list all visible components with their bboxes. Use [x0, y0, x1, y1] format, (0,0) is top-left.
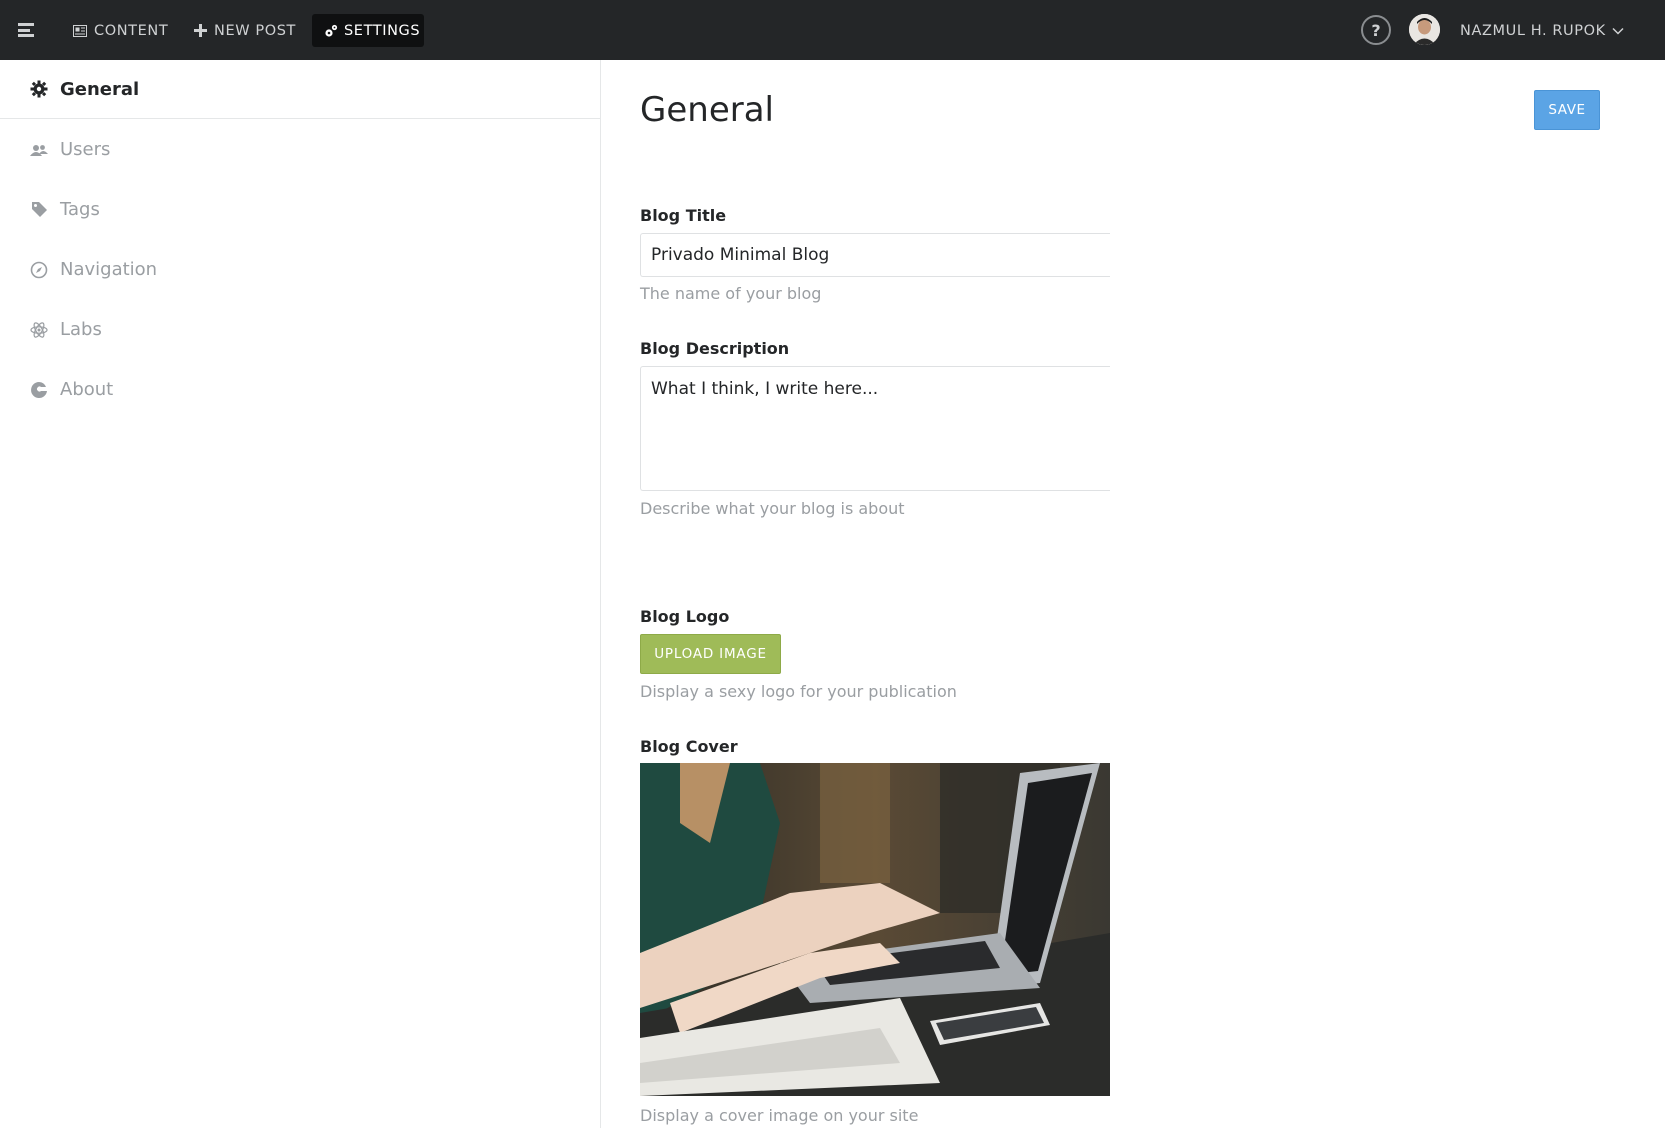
sidebar-item-labs[interactable]: Labs — [0, 300, 600, 359]
blog-cover-image[interactable] — [640, 763, 1110, 1096]
gear-icon — [28, 78, 50, 100]
page-title: General — [640, 90, 774, 130]
blog-description-textarea[interactable]: What I think, I write here... — [640, 366, 1110, 491]
sidebar-item-about[interactable]: About — [0, 360, 600, 419]
compass-icon — [28, 259, 50, 281]
nav-new-post-label: NEW POST — [214, 22, 296, 39]
blog-cover-help: Display a cover image on your site — [640, 1106, 919, 1125]
blog-title-label: Blog Title — [640, 206, 727, 225]
atom-icon — [28, 319, 50, 341]
sidebar-item-label: Navigation — [60, 259, 158, 280]
blog-logo-help: Display a sexy logo for your publication — [640, 682, 957, 701]
nav-new-post[interactable]: NEW POST — [180, 14, 308, 47]
sidebar-item-users[interactable]: Users — [0, 120, 600, 179]
users-icon — [28, 139, 50, 161]
sidebar-item-label: About — [60, 379, 114, 400]
blog-title-input[interactable] — [640, 233, 1110, 277]
blog-description-help: Describe what your blog is about — [640, 499, 905, 518]
sidebar-item-label: Labs — [60, 319, 102, 340]
menu-toggle-icon[interactable] — [18, 20, 38, 40]
user-name: NAZMUL H. RUPOK — [1460, 23, 1606, 39]
sidebar-item-label: Users — [60, 139, 111, 160]
nav-content-label: CONTENT — [94, 22, 169, 39]
nav-settings[interactable]: SETTINGS — [312, 14, 424, 47]
tag-icon — [28, 199, 50, 221]
sidebar-item-tags[interactable]: Tags — [0, 180, 600, 239]
save-button[interactable]: SAVE — [1534, 90, 1600, 130]
blog-description-label: Blog Description — [640, 339, 790, 358]
ghost-icon — [28, 379, 50, 401]
avatar[interactable] — [1409, 14, 1440, 45]
upload-image-button[interactable]: UPLOAD IMAGE — [640, 634, 781, 674]
nav-content[interactable]: CONTENT — [60, 14, 180, 47]
sidebar-item-label: General — [60, 78, 140, 100]
help-icon[interactable]: ? — [1361, 15, 1391, 45]
chevron-down-icon — [1612, 25, 1624, 37]
sidebar-item-navigation[interactable]: Navigation — [0, 240, 600, 299]
gears-icon — [324, 23, 338, 39]
content-icon — [72, 23, 88, 39]
blog-logo-label: Blog Logo — [640, 607, 730, 626]
plus-icon — [192, 23, 208, 39]
sidebar-item-label: Tags — [60, 199, 100, 220]
settings-sidebar: General Users Tags Navigation Labs About — [0, 60, 601, 1128]
user-menu[interactable]: NAZMUL H. RUPOK — [1460, 20, 1624, 42]
blog-cover-label: Blog Cover — [640, 737, 738, 756]
blog-title-help: The name of your blog — [640, 284, 822, 303]
nav-settings-label: SETTINGS — [344, 22, 421, 39]
top-navigation-bar: CONTENT NEW POST SETTINGS ? NAZMUL H. RU… — [0, 0, 1665, 60]
sidebar-item-general[interactable]: General — [0, 60, 600, 119]
